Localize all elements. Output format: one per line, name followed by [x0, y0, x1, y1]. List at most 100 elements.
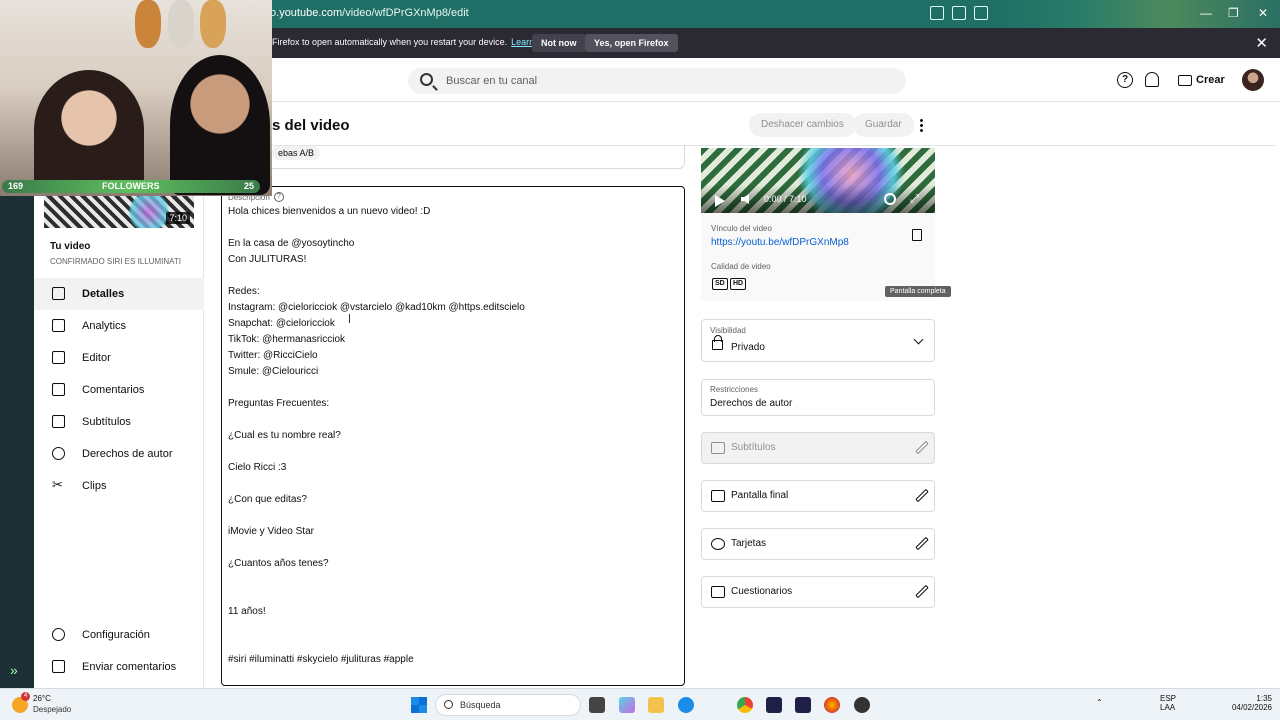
followers-label: FOLLOWERS — [102, 181, 160, 191]
ab-test-chip[interactable]: ebas A/B — [272, 146, 321, 160]
player-controls-bar — [701, 185, 935, 213]
file-explorer-icon[interactable] — [648, 697, 664, 713]
sidebar-item-detalles[interactable]: Detalles — [34, 278, 204, 310]
sidebar: 7:10 Tu video CONFIRMADO SIRI ES ILLUMIN… — [34, 196, 204, 688]
sidebar-item-label: Derechos de autor — [82, 448, 173, 460]
close-window-icon[interactable]: ✕ — [1258, 6, 1268, 20]
analytics-icon — [52, 319, 65, 332]
create-button[interactable]: Crear — [1172, 67, 1231, 93]
edit-icon — [915, 488, 929, 503]
sidebar-item-subtitulos[interactable]: Subtítulos — [34, 406, 204, 438]
edit-icon — [915, 536, 929, 551]
feedback-icon — [52, 660, 65, 673]
not-now-button[interactable]: Not now — [532, 34, 586, 52]
sidebar-item-comentarios[interactable]: Comentarios — [34, 374, 204, 406]
undo-changes-button[interactable]: Deshacer cambios — [749, 113, 856, 137]
bookmark-star-icon[interactable] — [974, 6, 988, 20]
after-effects-icon[interactable] — [766, 697, 782, 713]
yes-open-firefox-button[interactable]: Yes, open Firefox — [585, 34, 678, 52]
streaming-app-icon[interactable] — [854, 697, 870, 713]
expand-sidebar-icon[interactable]: » — [10, 662, 18, 678]
sidebar-item-derechos[interactable]: Derechos de autor — [34, 438, 204, 470]
text-cursor-icon — [349, 314, 351, 323]
sidebar-item-editor[interactable]: Editor — [34, 342, 204, 374]
reader-view-icon[interactable] — [930, 6, 944, 20]
sidebar-item-enviar-comentarios[interactable]: Enviar comentarios — [34, 651, 204, 683]
copilot-icon[interactable] — [619, 697, 635, 713]
clock[interactable]: 1:35 04/02/2026 — [1226, 694, 1272, 712]
video-title: CONFIRMADO SIRI ES ILLUMINATI — [50, 257, 181, 266]
weather-description: Despejado — [33, 705, 72, 714]
language-indicator[interactable]: ESP LAA — [1160, 694, 1176, 712]
minimize-icon[interactable]: — — [1200, 6, 1212, 20]
restrictions-field[interactable]: Restricciones Derechos de autor — [701, 379, 935, 416]
tray-expand-icon[interactable]: ⌃ — [1096, 698, 1103, 707]
sidebar-item-analytics[interactable]: Analytics — [34, 310, 204, 342]
edit-icon — [915, 584, 929, 599]
visibility-value: Privado — [731, 342, 765, 353]
guitar-image — [135, 0, 161, 48]
info-icon — [711, 538, 725, 550]
channel-search-input[interactable]: Buscar en tu canal — [408, 68, 906, 94]
description-text[interactable]: Hola chices bienvenidos a un nuevo video… — [228, 204, 525, 668]
quizzes-button[interactable]: Cuestionarios — [701, 576, 935, 608]
sd-badge: SD — [712, 278, 728, 290]
player-settings-icon[interactable] — [884, 193, 896, 205]
video-link[interactable]: https://youtu.be/wfDPrGXnMp8 — [711, 237, 849, 248]
create-label: Crear — [1196, 74, 1225, 86]
editor-icon — [52, 351, 65, 364]
end-screen-button[interactable]: Pantalla final — [701, 480, 935, 512]
comments-icon — [52, 383, 65, 396]
person-image — [34, 70, 144, 190]
search-placeholder: Buscar en tu canal — [446, 75, 538, 87]
chrome-icon[interactable] — [737, 697, 753, 713]
fullscreen-tooltip: Pantalla completa — [885, 286, 951, 297]
translate-icon[interactable] — [952, 6, 966, 20]
subtitles-button[interactable]: Subtítulos — [701, 432, 935, 464]
copy-icon[interactable] — [912, 229, 922, 241]
cards-label: Tarjetas — [731, 538, 767, 549]
firefox-icon[interactable] — [824, 697, 840, 713]
followers-bar: 169 FOLLOWERS 25 — [2, 180, 260, 193]
more-options-icon[interactable] — [920, 118, 923, 132]
maximize-icon[interactable]: ❐ — [1228, 6, 1239, 20]
cards-button[interactable]: Tarjetas — [701, 528, 935, 560]
subtitles-label: Subtítulos — [731, 442, 776, 453]
visibility-select[interactable]: Visibilidad Privado — [701, 319, 935, 362]
thumbnail-duration: 7:10 — [166, 212, 190, 224]
pencil-icon — [52, 287, 65, 300]
sidebar-item-clips[interactable]: ✂ Clips — [34, 470, 204, 502]
help-circle-icon[interactable]: ? — [273, 192, 284, 202]
followers-count-left: 169 — [8, 181, 24, 191]
premiere-icon[interactable] — [795, 697, 811, 713]
notifications-bell-icon[interactable] — [1145, 72, 1159, 87]
windows-start-icon[interactable] — [411, 697, 427, 713]
sidebar-item-label: Subtítulos — [82, 416, 131, 428]
play-icon[interactable] — [715, 195, 725, 207]
taskbar-search-input[interactable]: Búsqueda — [435, 694, 581, 716]
guitar-image — [168, 0, 194, 48]
notification-message: Firefox to open automatically when you r… — [272, 37, 557, 47]
end-screen-icon — [711, 490, 725, 502]
sidebar-strip — [0, 176, 34, 688]
url-text[interactable]: o.youtube.com/video/wfDPrGXnMp8/edit — [270, 7, 469, 19]
terminal-app-icon[interactable] — [589, 697, 605, 713]
restrictions-label: Restricciones — [710, 385, 759, 394]
video-thumbnail[interactable]: 7:10 — [44, 196, 194, 228]
create-video-icon — [1178, 74, 1192, 86]
help-icon[interactable]: ? — [1117, 72, 1133, 88]
subtitles-icon — [711, 442, 725, 454]
sidebar-item-label: Analytics — [82, 320, 127, 332]
close-notification-icon[interactable]: ✕ — [1255, 34, 1268, 52]
guitar-image — [200, 0, 226, 48]
video-player[interactable]: 0:00 / 7:10 ⤢ — [701, 148, 935, 213]
sidebar-item-label: Comentarios — [82, 384, 145, 396]
save-button[interactable]: Guardar — [853, 113, 914, 137]
hd-badge: HD — [730, 278, 747, 290]
avatar[interactable] — [1242, 69, 1264, 91]
lock-icon — [712, 335, 723, 350]
player-time: 0:00 / 7:10 — [764, 194, 807, 204]
sidebar-item-configuracion[interactable]: Configuración — [34, 619, 204, 651]
fullscreen-icon[interactable]: ⤢ — [910, 193, 919, 206]
edge-icon[interactable] — [678, 697, 694, 713]
